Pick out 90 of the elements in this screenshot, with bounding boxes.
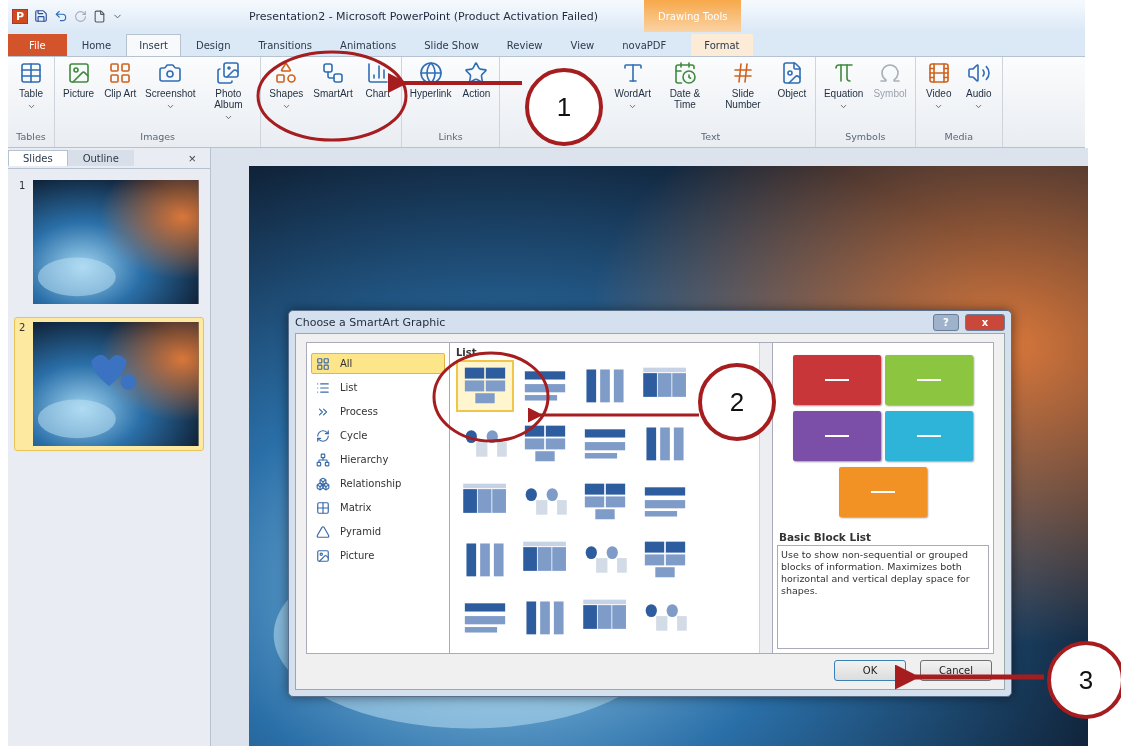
category-item[interactable]: List [311, 377, 445, 398]
group-label: Tables [15, 131, 47, 144]
ribbon-button[interactable]: Video [921, 59, 956, 131]
caret-icon [974, 102, 984, 111]
category-item[interactable]: All [311, 353, 445, 374]
matrix-icon [316, 500, 330, 515]
picture-icon [316, 548, 330, 563]
cycle-icon [316, 428, 330, 443]
photos-icon [216, 61, 241, 85]
close-button[interactable]: x [965, 313, 1005, 331]
category-item[interactable]: Picture [311, 545, 445, 566]
layout-option[interactable] [456, 360, 514, 412]
ribbon-button[interactable]: Action [459, 59, 494, 131]
group-label: Symbols [844, 131, 887, 144]
diagram-icon [321, 61, 345, 85]
omega-icon [878, 61, 903, 85]
ribbon-button[interactable]: Audio [961, 59, 996, 131]
ribbon-button[interactable]: Table [14, 59, 48, 131]
ribbon-tab[interactable]: Review [493, 34, 556, 56]
ribbon-button[interactable]: SmartArt [311, 59, 355, 131]
category-item[interactable]: Process [311, 401, 445, 422]
shapes-icon [274, 61, 299, 85]
boxes-icon [316, 476, 330, 491]
ribbon-tab[interactable]: Home [68, 34, 125, 56]
picture-icon [66, 61, 91, 85]
dialog-title: Choose a SmartArt Graphic [295, 315, 446, 329]
group-label: Text [700, 131, 722, 144]
caret-icon [839, 102, 849, 111]
app-logo: P [12, 8, 29, 24]
ribbon-button[interactable]: Screenshot [144, 59, 197, 131]
ribbon-tab[interactable]: Format [691, 34, 753, 56]
slide-number: 2 [19, 322, 26, 335]
ribbon-button[interactable]: Picture [61, 59, 97, 131]
ribbon-tab[interactable]: Slide Show [411, 34, 492, 56]
group-label: Media [943, 131, 975, 144]
ribbon-button[interactable]: WordArt [612, 59, 653, 131]
save-icon[interactable] [34, 9, 49, 23]
ribbon-tab[interactable]: Transitions [245, 34, 326, 56]
ribbon-button[interactable]: Slide Number [716, 59, 769, 131]
ribbon-tab[interactable]: novaPDF [609, 34, 680, 56]
ribbon-tab[interactable]: Insert [126, 34, 181, 56]
ribbon-tab[interactable]: View [557, 34, 608, 56]
group-label: Images [139, 131, 177, 144]
bar-chart-icon [365, 61, 390, 85]
category-item[interactable]: Hierarchy [311, 449, 445, 470]
pyramid-icon [316, 524, 330, 539]
ribbon-tab[interactable]: Animations [327, 34, 410, 56]
caret-icon [934, 102, 944, 111]
ok-button[interactable]: OK [834, 660, 906, 681]
category-item[interactable]: Matrix [311, 497, 445, 518]
ribbon-button[interactable]: Date & Time [658, 59, 711, 131]
ribbon-tab[interactable]: Design [182, 34, 244, 56]
slide-number: 1 [19, 180, 26, 193]
ribbon-button[interactable]: Hyperlink [407, 59, 454, 131]
hierarchy-icon [316, 452, 330, 467]
new-document-icon[interactable] [93, 9, 107, 23]
layout-description: Use to show non-sequential or grouped blocks of information. Maximizes both horizontal and vertical deplay space for shapes. [777, 545, 989, 649]
slide-thumbnail[interactable]: 2 [14, 317, 204, 451]
category-item[interactable]: Pyramid [311, 521, 445, 542]
category-item[interactable]: Relationship [311, 473, 445, 494]
panel-tab[interactable]: Slides [8, 150, 68, 166]
caret-icon [628, 102, 638, 111]
calendar-clock-icon [672, 61, 697, 85]
ribbon-button[interactable]: Equation [821, 59, 866, 131]
close-button[interactable]: × [182, 149, 202, 167]
grid-icon [316, 356, 330, 371]
ribbon-button[interactable]: Shapes [267, 59, 306, 131]
film-icon [926, 61, 951, 85]
category-item[interactable]: Cycle [311, 425, 445, 446]
undo-icon[interactable] [54, 9, 69, 23]
caret-icon [165, 102, 175, 111]
camera-icon [158, 61, 183, 85]
caret-icon [223, 113, 233, 122]
caret-icon [281, 102, 291, 111]
panel-tab[interactable]: Outline [67, 150, 134, 166]
group-label: Links [437, 131, 464, 144]
grid-icon [108, 61, 133, 85]
ribbon-button[interactable]: Photo Album [202, 59, 255, 131]
list-icon [316, 380, 330, 395]
ribbon-button[interactable]: Chart [360, 59, 395, 131]
window-title: Presentation2 - Microsoft PowerPoint (Product Activation Failed) [249, 9, 599, 23]
preview-title: Basic Block List [778, 530, 873, 545]
speaker-icon [966, 61, 991, 85]
ribbon-tab[interactable]: File [8, 34, 67, 56]
caret-icon [26, 102, 36, 111]
ribbon-button[interactable]: Clip Art [102, 59, 139, 131]
table-icon [19, 61, 43, 85]
context-label: Drawing Tools [644, 0, 742, 32]
slide-thumbnail[interactable]: 1 [14, 175, 204, 309]
ribbon-button[interactable]: Object [774, 59, 809, 131]
